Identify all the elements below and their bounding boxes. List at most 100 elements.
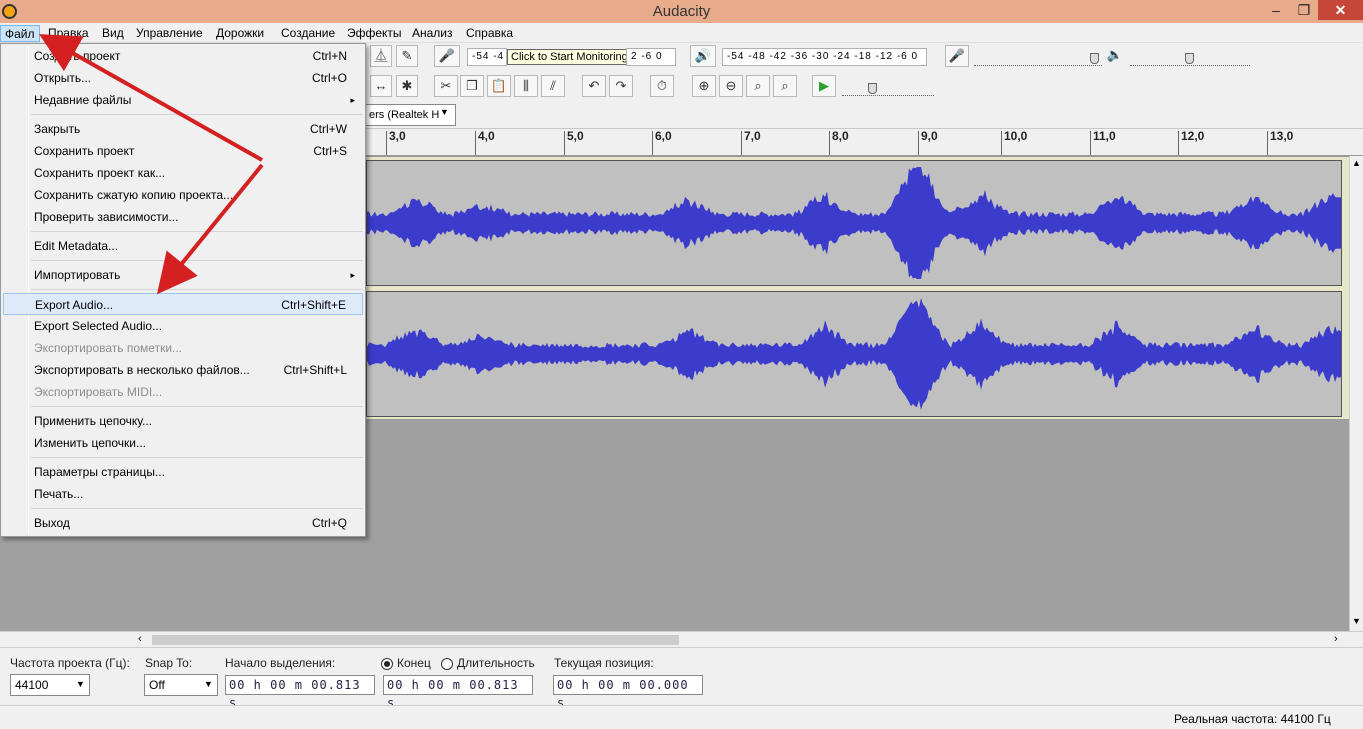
menu-item-export-labels[interactable]: Экспортировать пометки... (3, 337, 363, 359)
current-position-time[interactable]: 00 h 00 m 00.000 s (553, 675, 703, 710)
menu-item-save-project-as[interactable]: Сохранить проект как... (3, 162, 363, 184)
menu-generate[interactable]: Создание (277, 25, 339, 42)
play-at-speed-icon[interactable]: ▶ (812, 75, 836, 97)
ruler-tick: 4,0 (475, 129, 495, 155)
play-speed-slider[interactable] (842, 78, 934, 96)
record-meter-scale[interactable]: -54 -4 (467, 48, 507, 66)
ruler-tick: 11,0 (1090, 129, 1116, 155)
menu-item-recent-files[interactable]: Недавние файлы ▸ (3, 89, 363, 111)
menu-item-print[interactable]: Печать... (3, 483, 363, 505)
current-position-label: Текущая позиция: (554, 656, 654, 670)
end-label: Конец (397, 656, 431, 670)
menu-item-new-project[interactable]: Создать проект Ctrl+N (3, 45, 363, 67)
selection-start-time[interactable]: 00 h 00 m 00.813 s (225, 675, 375, 710)
menu-item-page-setup[interactable]: Параметры страницы... (3, 461, 363, 483)
menu-item-export-selected-audio[interactable]: Export Selected Audio... (3, 315, 363, 337)
ruler-tick: 5,0 (564, 129, 584, 155)
menu-item-close[interactable]: Закрыть Ctrl+W (3, 118, 363, 140)
menu-item-export-multiple[interactable]: Экспортировать в несколько файлов... Ctrl… (3, 359, 363, 381)
horizontal-scrollbar[interactable]: ‹ › (0, 631, 1363, 647)
menu-separator (31, 457, 363, 458)
scroll-down-icon[interactable]: ▼ (1352, 616, 1361, 626)
menu-separator (31, 508, 363, 509)
scroll-up-icon[interactable]: ▲ (1352, 158, 1361, 168)
scroll-left-icon[interactable]: ‹ (138, 633, 142, 645)
menu-edit[interactable]: Правка (44, 25, 93, 42)
multi-tool-icon[interactable]: ✱ (396, 75, 418, 97)
chevron-down-icon: ▼ (76, 679, 85, 689)
menu-item-save-compressed[interactable]: Сохранить сжатую копию проекта... (3, 184, 363, 206)
menu-item-check-dependencies[interactable]: Проверить зависимости... (3, 206, 363, 228)
sync-lock-icon[interactable]: ⏱ (650, 75, 674, 97)
menu-separator (31, 231, 363, 232)
ruler-tick: 10,0 (1000, 129, 1028, 155)
chevron-down-icon: ▼ (204, 679, 213, 689)
pencil-tool-icon[interactable]: ✎ (396, 45, 418, 67)
paste-icon[interactable]: 📋 (487, 75, 511, 97)
length-radio[interactable] (441, 658, 453, 670)
silence-icon[interactable]: ⫽ (541, 75, 565, 97)
maximize-button[interactable]: ❐ (1290, 0, 1318, 20)
scroll-right-icon[interactable]: › (1334, 633, 1338, 645)
vertical-scrollbar[interactable]: ▲ ▼ (1349, 156, 1363, 631)
menu-effects[interactable]: Эффекты (343, 25, 406, 42)
mic-volume-icon: 🎤 (945, 45, 969, 67)
waveform-left-channel[interactable] (366, 160, 1342, 286)
file-menu-dropdown: Создать проект Ctrl+N Открыть... Ctrl+O Не… (0, 43, 366, 537)
menu-file[interactable]: Файл (0, 25, 40, 42)
menu-item-apply-chain[interactable]: Применить цепочку... (3, 410, 363, 432)
menu-item-exit[interactable]: Выход Ctrl+Q (3, 512, 363, 534)
undo-icon[interactable]: ↶ (582, 75, 606, 97)
ruler-tick: 8,0 (829, 129, 849, 155)
speaker-meter-icon[interactable]: 🔊 (690, 45, 716, 67)
speaker-volume-icon: 🔈 (1106, 47, 1124, 62)
zoom-in-icon[interactable]: ⊕ (692, 75, 716, 97)
menu-transport[interactable]: Управление (132, 25, 207, 42)
redo-icon[interactable]: ↷ (609, 75, 633, 97)
window-title: Audacity (652, 3, 711, 20)
submenu-arrow-icon: ▸ (350, 270, 355, 280)
fit-selection-icon[interactable]: ⌕ (746, 75, 770, 97)
menu-item-edit-chains[interactable]: Изменить цепочки... (3, 432, 363, 454)
cut-icon[interactable]: ✂ (434, 75, 458, 97)
project-rate-label: Частота проекта (Гц): (10, 656, 130, 670)
trim-icon[interactable]: ⫼ (514, 75, 538, 97)
title-bar: Audacity – ❐ ✕ (0, 0, 1363, 23)
recording-volume-knob[interactable] (1090, 53, 1099, 64)
selection-end-time[interactable]: 00 h 00 m 00.813 s (383, 675, 533, 710)
menu-help[interactable]: Справка (462, 25, 517, 42)
menu-separator (31, 406, 363, 407)
play-speed-knob[interactable] (868, 83, 877, 94)
timeshift-tool-icon[interactable]: ↔ (370, 75, 392, 97)
ruler-tick: 7,0 (741, 129, 761, 155)
ruler-tick: 9,0 (918, 129, 938, 155)
menu-separator (31, 114, 363, 115)
fit-project-icon[interactable]: ⌕ (773, 75, 797, 97)
playback-meter-scale[interactable]: -54 -48 -42 -36 -30 -24 -18 -12 -6 0 (722, 48, 927, 66)
menu-item-export-midi[interactable]: Экспортировать MIDI... (3, 381, 363, 403)
record-meter-icon[interactable]: 🎤 (434, 45, 460, 67)
recording-volume-slider[interactable] (974, 48, 1102, 66)
minimize-button[interactable]: – (1262, 0, 1290, 20)
menu-separator (31, 260, 363, 261)
menu-item-edit-metadata[interactable]: Edit Metadata... (3, 235, 363, 257)
menu-item-save-project[interactable]: Сохранить проект Ctrl+S (3, 140, 363, 162)
record-meter-tail[interactable]: 2 -6 0 (626, 48, 676, 66)
copy-icon[interactable]: ❐ (460, 75, 484, 97)
menu-item-import[interactable]: Импортировать ▸ (3, 264, 363, 286)
envelope-tool-icon[interactable]: ⏅ (370, 45, 392, 67)
playback-volume-knob[interactable] (1185, 53, 1194, 64)
actual-rate-text: Реальная частота: 44100 Гц (1174, 712, 1331, 726)
menu-analyze[interactable]: Анализ (408, 25, 457, 42)
menu-item-export-audio[interactable]: Export Audio... Ctrl+Shift+E (3, 293, 363, 315)
zoom-out-icon[interactable]: ⊖ (719, 75, 743, 97)
horizontal-scroll-thumb[interactable] (152, 635, 679, 645)
end-radio[interactable] (381, 658, 393, 670)
menu-item-open[interactable]: Открыть... Ctrl+O (3, 67, 363, 89)
ruler-tick: 13,0 (1266, 129, 1294, 155)
close-button[interactable]: ✕ (1318, 0, 1363, 20)
waveform-right-channel[interactable] (366, 291, 1342, 417)
ruler-tick: 12,0 (1177, 129, 1205, 155)
menu-view[interactable]: Вид (98, 25, 128, 42)
menu-tracks[interactable]: Дорожки (212, 25, 268, 42)
